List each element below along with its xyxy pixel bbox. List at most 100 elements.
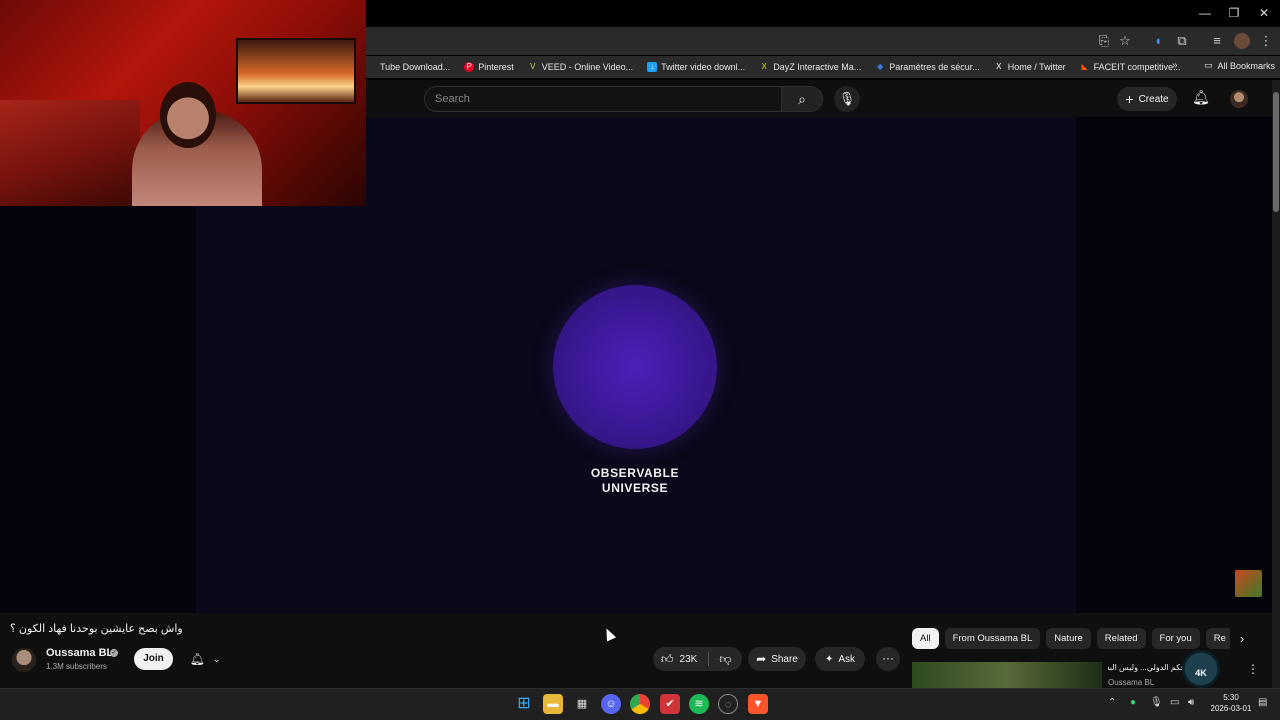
minimize-button[interactable]: — — [1190, 4, 1220, 22]
bookmark-item[interactable]: X Home / Twitter — [994, 62, 1066, 72]
download-icon — [366, 62, 376, 72]
chrome-icon[interactable] — [630, 694, 650, 714]
start-windows-icon[interactable]: ⊞ — [514, 694, 534, 714]
address-bar[interactable] — [366, 27, 1280, 55]
dislike-button[interactable]: 👎︎ — [709, 652, 742, 667]
account-avatar[interactable] — [1230, 90, 1248, 108]
restore-button[interactable]: ❐ — [1219, 4, 1249, 22]
microphone-icon: 🎙 — [838, 91, 856, 106]
extensions-puzzle-icon[interactable]: ⧉ — [1174, 33, 1190, 49]
thumbs-up-icon: 👍︎ — [661, 651, 674, 666]
subscriber-count: 1.3M subscribers — [46, 662, 107, 671]
install-app-icon[interactable]: ⎘ — [1096, 33, 1112, 49]
tray-app-icon[interactable]: ● — [1130, 697, 1136, 708]
webcam-fireplace-screen — [236, 38, 356, 104]
profile-avatar-icon[interactable] — [1234, 33, 1250, 49]
video-overlay-text: OBSERVABLE UNIVERSE — [560, 466, 710, 496]
create-label: Create — [1138, 93, 1169, 105]
bookmark-label: Twitter video downl... — [661, 62, 746, 72]
extension-audio-icon[interactable]: ◖ — [1150, 33, 1166, 49]
verified-check-icon: ✓ — [110, 649, 118, 657]
voice-search-button[interactable]: 🎙 — [834, 86, 860, 112]
veed-icon: V — [530, 62, 536, 71]
bookmark-label: DayZ Interactive Ma... — [773, 62, 862, 72]
overlay-line-2: UNIVERSE — [601, 481, 669, 495]
4k-badge: 4K — [1182, 650, 1220, 688]
share-arrow-icon: ➦ — [756, 652, 767, 666]
join-button[interactable]: Join — [134, 648, 173, 670]
brave-browser-icon[interactable]: ▼ — [748, 694, 768, 714]
volume-icon[interactable]: 🔊︎ — [1188, 697, 1194, 708]
bell-icon: 🔔︎ — [189, 652, 205, 666]
file-explorer-icon[interactable]: ▬ — [543, 694, 563, 714]
game-client-icon[interactable]: ◌ — [718, 694, 738, 714]
chip-for-you[interactable]: For you — [1151, 628, 1200, 649]
more-actions-button[interactable]: ··· — [876, 647, 900, 671]
bookmark-item[interactable]: P Pinterest — [464, 62, 514, 72]
system-clock[interactable]: 5:30 2026-03-01 — [1206, 692, 1256, 714]
browser-menu-icon[interactable]: ⋮ — [1258, 33, 1274, 49]
ask-button[interactable]: ✦ Ask — [815, 647, 865, 671]
bookmark-item[interactable]: X DayZ Interactive Ma... — [759, 62, 862, 72]
clock-date: 2026-03-01 — [1210, 704, 1252, 713]
bookmarks-overflow-icon[interactable]: » — [1172, 60, 1178, 71]
channel-name[interactable]: Oussama BL — [46, 647, 113, 659]
notification-center-icon[interactable]: ▤ — [1258, 697, 1267, 708]
sidebar-video-thumbnail[interactable] — [912, 662, 1102, 688]
chip-from-channel[interactable]: From Oussama BL — [944, 628, 1041, 649]
bookmark-label: FACEIT competitive... — [1093, 62, 1181, 72]
search-icon: ⌕ — [798, 91, 806, 107]
scrollbar-thumb[interactable] — [1273, 92, 1279, 212]
tray-overflow-icon[interactable]: ⌃ — [1108, 697, 1116, 708]
search-button[interactable]: ⌕ — [781, 86, 823, 112]
discord-icon[interactable]: ☺ — [601, 694, 621, 714]
security-icon: ◆ — [877, 62, 884, 71]
network-icon[interactable]: ▭ — [1170, 697, 1179, 708]
store-icon[interactable]: ▦ — [572, 694, 592, 714]
media-controls-icon[interactable]: ≡ — [1209, 33, 1225, 49]
sidebar-video-menu-button[interactable]: ⋮ — [1247, 662, 1259, 678]
chip-truncated[interactable]: Re — [1205, 628, 1230, 649]
thumbs-down-icon: 👎︎ — [719, 651, 732, 666]
channel-avatar[interactable] — [12, 648, 36, 672]
twitter-download-icon: ↓ — [647, 62, 658, 72]
tray-mic-icon[interactable]: 🎙 — [1150, 697, 1163, 708]
video-title: واش بصح عايشين بوحدنا فهاد الكون ؟ — [10, 623, 183, 635]
share-label: Share — [771, 653, 798, 665]
bookmark-item[interactable]: V VEED - Online Video... — [528, 62, 633, 72]
app-icon[interactable]: ✔ — [660, 694, 680, 714]
sparkle-icon: ✦ — [824, 653, 834, 665]
all-bookmarks-button[interactable]: ▭ All Bookmarks — [1204, 60, 1275, 71]
sidebar-video-title[interactable]: تحكم الدولي... وليس البشر ! — [1108, 663, 1188, 672]
bookmark-item[interactable]: ◣ FACEIT competitive... — [1080, 62, 1181, 72]
spotify-icon[interactable]: ≋ — [689, 694, 709, 714]
bell-icon: 🔔︎ — [1192, 89, 1210, 105]
like-count: 23K — [679, 653, 698, 665]
close-button[interactable]: ✕ — [1249, 4, 1279, 22]
x-icon: X — [996, 62, 1002, 71]
subscription-notification-button[interactable]: 🔔︎ ⌄ — [182, 648, 228, 670]
bookmark-item[interactable]: ◆ Paramètres de sécur... — [875, 62, 980, 72]
like-button[interactable]: 👍︎ 23K — [653, 647, 708, 671]
chip-nature[interactable]: Nature — [1046, 628, 1091, 649]
chip-related[interactable]: Related — [1096, 628, 1146, 649]
notifications-button[interactable]: 🔔︎ — [1192, 89, 1210, 109]
chips-next-button[interactable]: › — [1234, 631, 1250, 649]
clock-time: 5:30 — [1223, 693, 1239, 702]
bookmark-item[interactable]: ↓ Twitter video downl... — [647, 62, 745, 72]
observable-universe-sphere — [553, 285, 717, 449]
pinterest-icon: P — [464, 62, 475, 72]
sidebar-video-channel[interactable]: Oussama BL — [1108, 678, 1154, 687]
folder-icon: ▭ — [1204, 60, 1213, 70]
create-button[interactable]: + Create — [1117, 87, 1177, 111]
plus-icon: + — [1125, 91, 1134, 107]
bookmark-star-icon[interactable]: ☆ — [1117, 33, 1133, 49]
share-button[interactable]: ➦ Share — [748, 647, 806, 671]
webcam-person-head — [160, 82, 216, 148]
bookmark-label: Paramètres de sécur... — [889, 62, 980, 72]
channel-watermark[interactable] — [1235, 570, 1262, 597]
search-input[interactable]: Search — [424, 86, 782, 112]
filter-chips: All From Oussama BL Nature Related For y… — [912, 628, 1230, 650]
chip-all[interactable]: All — [912, 628, 939, 649]
bookmark-item[interactable]: Tube Download... — [366, 62, 450, 72]
